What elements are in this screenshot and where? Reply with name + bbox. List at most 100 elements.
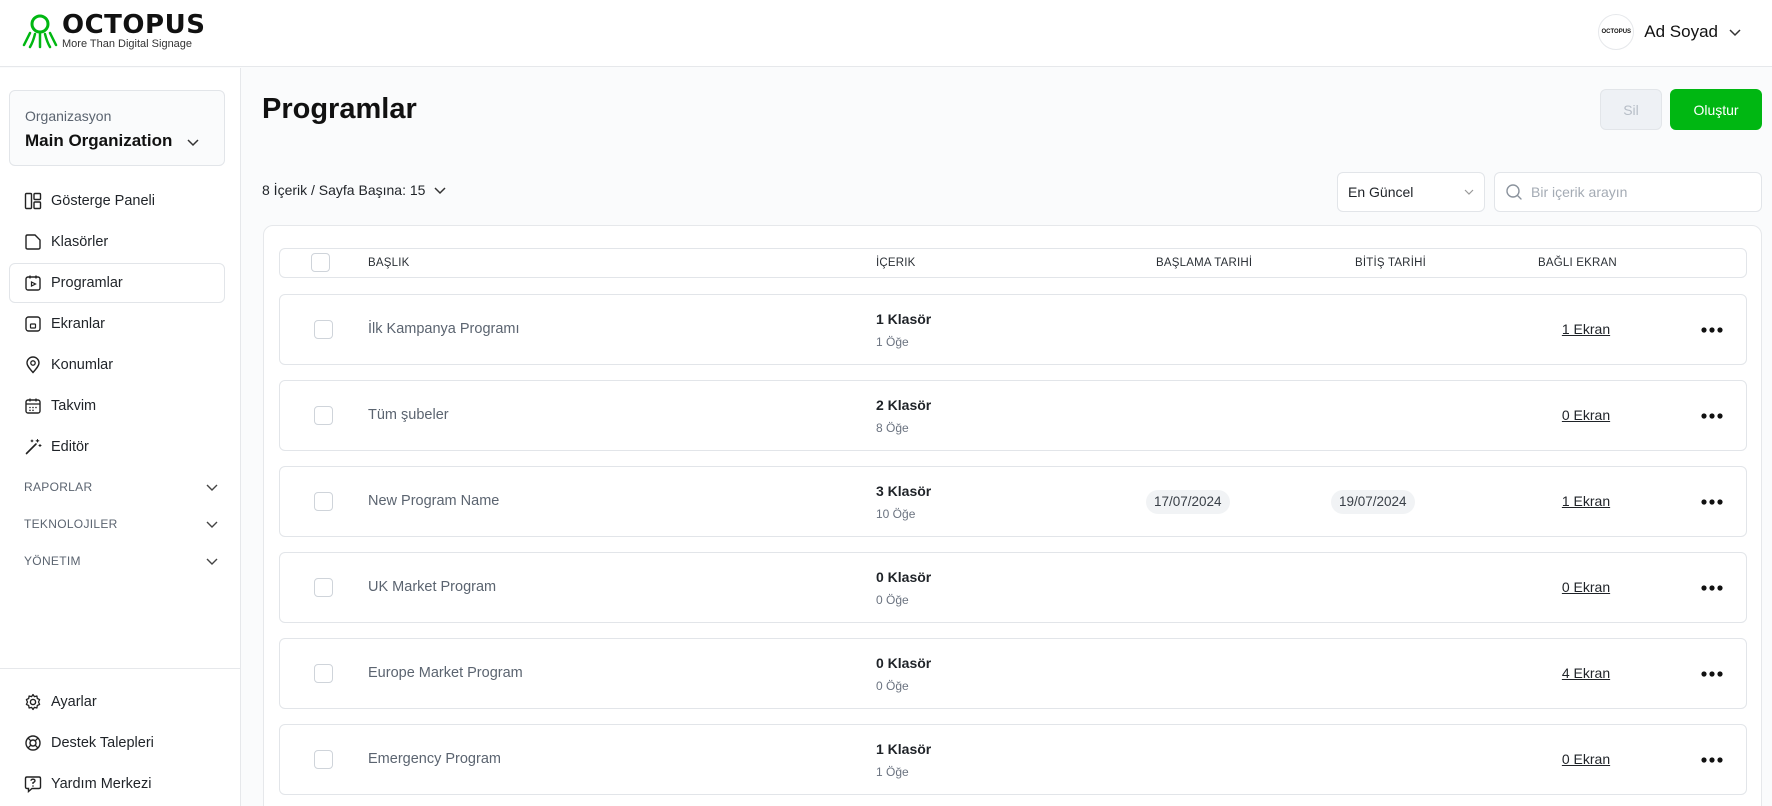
chevron-down-icon xyxy=(206,484,218,491)
sidebar: Organizasyon Main Organization Gösterge … xyxy=(0,68,241,806)
row-checkbox[interactable] xyxy=(314,664,333,683)
brand-name: OCTOPUS xyxy=(62,10,206,40)
chevron-down-icon xyxy=(434,187,446,195)
sidebar-section-reports[interactable]: RAPORLAR xyxy=(9,468,225,505)
chevron-down-icon xyxy=(187,139,199,147)
row-checkbox[interactable] xyxy=(314,406,333,425)
sidebar-section-technologies[interactable]: TEKNOLOJILER xyxy=(9,505,225,542)
program-title[interactable]: Emergency Program xyxy=(368,751,501,767)
item-count: 1 Öğe xyxy=(876,765,909,779)
more-options-icon[interactable] xyxy=(1698,406,1726,426)
table-row[interactable]: Europe Market Program 0 Klasör 0 Öğe 4 E… xyxy=(279,638,1747,709)
sidebar-section-label: RAPORLAR xyxy=(24,479,93,494)
chevron-down-icon xyxy=(206,558,218,565)
create-button[interactable]: Oluştur xyxy=(1670,89,1762,130)
screen-icon xyxy=(25,316,41,332)
page-size-selector[interactable]: 8 İçerik / Sayfa Başına: 15 xyxy=(262,182,447,198)
more-options-icon[interactable] xyxy=(1698,492,1726,512)
sidebar-item-calendar[interactable]: Takvim xyxy=(9,386,225,426)
chevron-down-icon xyxy=(1464,189,1474,195)
lifebuoy-icon xyxy=(25,735,41,751)
search-input[interactable] xyxy=(1531,184,1751,200)
table-row[interactable]: Tüm şubeler 2 Klasör 8 Öğe 0 Ekran xyxy=(279,380,1747,451)
table-row[interactable]: New Program Name 3 Klasör 10 Öğe 17/07/2… xyxy=(279,466,1747,537)
sidebar-section-label: TEKNOLOJILER xyxy=(24,516,118,531)
table-row[interactable]: Emergency Program 1 Klasör 1 Öğe 0 Ekran xyxy=(279,724,1747,795)
search-box[interactable] xyxy=(1494,172,1762,212)
sidebar-item-label: Yardım Merkezi xyxy=(51,776,152,792)
editor-wand-icon xyxy=(25,438,42,455)
more-options-icon[interactable] xyxy=(1698,320,1726,340)
linked-screens-link[interactable]: 0 Ekran xyxy=(1536,751,1636,767)
item-count: 1 Öğe xyxy=(876,335,909,349)
column-header-start-date[interactable]: BAŞLAMA TARIHİ xyxy=(1156,257,1252,269)
sidebar-item-screens[interactable]: Ekranlar xyxy=(9,304,225,344)
sidebar-item-label: Takvim xyxy=(51,398,97,414)
table-row[interactable]: İlk Kampanya Programı 1 Klasör 1 Öğe 1 E… xyxy=(279,294,1747,365)
organization-label: Organizasyon xyxy=(25,108,112,124)
table-row[interactable]: UK Market Program 0 Klasör 0 Öğe 0 Ekran xyxy=(279,552,1747,623)
linked-screens-link[interactable]: 0 Ekran xyxy=(1536,579,1636,595)
dashboard-icon xyxy=(24,192,42,210)
sidebar-item-dashboard[interactable]: Gösterge Paneli xyxy=(9,181,225,221)
more-options-icon[interactable] xyxy=(1698,578,1726,598)
linked-screens-link[interactable]: 1 Ekran xyxy=(1536,321,1636,337)
page-title: Programlar xyxy=(262,93,417,125)
program-title[interactable]: İlk Kampanya Programı xyxy=(368,321,520,337)
start-date-badge: 17/07/2024 xyxy=(1146,490,1230,514)
program-title[interactable]: New Program Name xyxy=(368,493,499,509)
item-count-text: 8 İçerik / Sayfa Başına: 15 xyxy=(262,182,426,198)
user-menu[interactable]: OCTOPUS Ad Soyad xyxy=(1598,14,1742,50)
column-header-content[interactable]: İÇERIK xyxy=(876,257,916,269)
sidebar-item-support-tickets[interactable]: Destek Talepleri xyxy=(9,723,225,763)
more-options-icon[interactable] xyxy=(1698,750,1726,770)
sort-value: En Güncel xyxy=(1348,184,1414,200)
sidebar-nav: Gösterge Paneli Klasörler Programlar Ekr… xyxy=(9,181,225,579)
column-header-linked-screens[interactable]: BAĞLI EKRAN xyxy=(1538,257,1617,269)
gear-icon xyxy=(25,693,41,711)
calendar-icon xyxy=(25,398,41,414)
delete-button[interactable]: Sil xyxy=(1600,89,1662,130)
column-header-title[interactable]: BAŞLIK xyxy=(368,257,409,269)
linked-screens-link[interactable]: 1 Ekran xyxy=(1536,493,1636,509)
sidebar-item-label: Konumlar xyxy=(51,357,114,373)
sidebar-item-label: Ayarlar xyxy=(51,694,97,710)
brand-logo[interactable]: OCTOPUS More Than Digital Signage xyxy=(22,12,205,50)
column-header-end-date[interactable]: BİTİŞ TARİHİ xyxy=(1355,257,1426,269)
organization-select[interactable]: Organizasyon Main Organization xyxy=(9,90,225,166)
sidebar-item-label: Programlar xyxy=(51,275,123,291)
row-checkbox[interactable] xyxy=(314,578,333,597)
row-checkbox[interactable] xyxy=(314,492,333,511)
program-title[interactable]: Europe Market Program xyxy=(368,665,523,681)
item-count: 10 Öğe xyxy=(876,507,916,521)
folder-count: 0 Klasör xyxy=(876,655,932,671)
sidebar-bottom-nav: Ayarlar Destek Talepleri Yardım Merkezi xyxy=(9,682,225,805)
folder-count: 1 Klasör xyxy=(876,741,932,757)
linked-screens-link[interactable]: 0 Ekran xyxy=(1536,407,1636,423)
program-title[interactable]: UK Market Program xyxy=(368,579,496,595)
sidebar-divider xyxy=(0,668,241,669)
sidebar-item-editor[interactable]: Editör xyxy=(9,427,225,467)
row-checkbox[interactable] xyxy=(314,320,333,339)
end-date-badge: 19/07/2024 xyxy=(1331,490,1415,514)
sidebar-item-folders[interactable]: Klasörler xyxy=(9,222,225,262)
sort-select[interactable]: En Güncel xyxy=(1337,172,1485,212)
sidebar-item-programs[interactable]: Programlar xyxy=(9,263,225,303)
sidebar-section-management[interactable]: YÖNETIM xyxy=(9,542,225,579)
help-icon xyxy=(24,776,42,793)
item-count: 0 Öğe xyxy=(876,593,909,607)
brand-tagline: More Than Digital Signage xyxy=(62,38,193,50)
chevron-down-icon xyxy=(206,521,218,528)
more-options-icon[interactable] xyxy=(1698,664,1726,684)
row-checkbox[interactable] xyxy=(314,750,333,769)
sidebar-item-settings[interactable]: Ayarlar xyxy=(9,682,225,722)
sidebar-item-help-center[interactable]: Yardım Merkezi xyxy=(9,764,225,804)
linked-screens-link[interactable]: 4 Ekran xyxy=(1536,665,1636,681)
organization-value: Main Organization xyxy=(25,131,173,150)
folder-count: 0 Klasör xyxy=(876,569,932,585)
select-all-checkbox[interactable] xyxy=(311,253,330,272)
program-title[interactable]: Tüm şubeler xyxy=(368,407,449,423)
sidebar-item-label: Editör xyxy=(51,439,89,455)
sidebar-item-label: Klasörler xyxy=(51,234,109,250)
sidebar-item-locations[interactable]: Konumlar xyxy=(9,345,225,385)
